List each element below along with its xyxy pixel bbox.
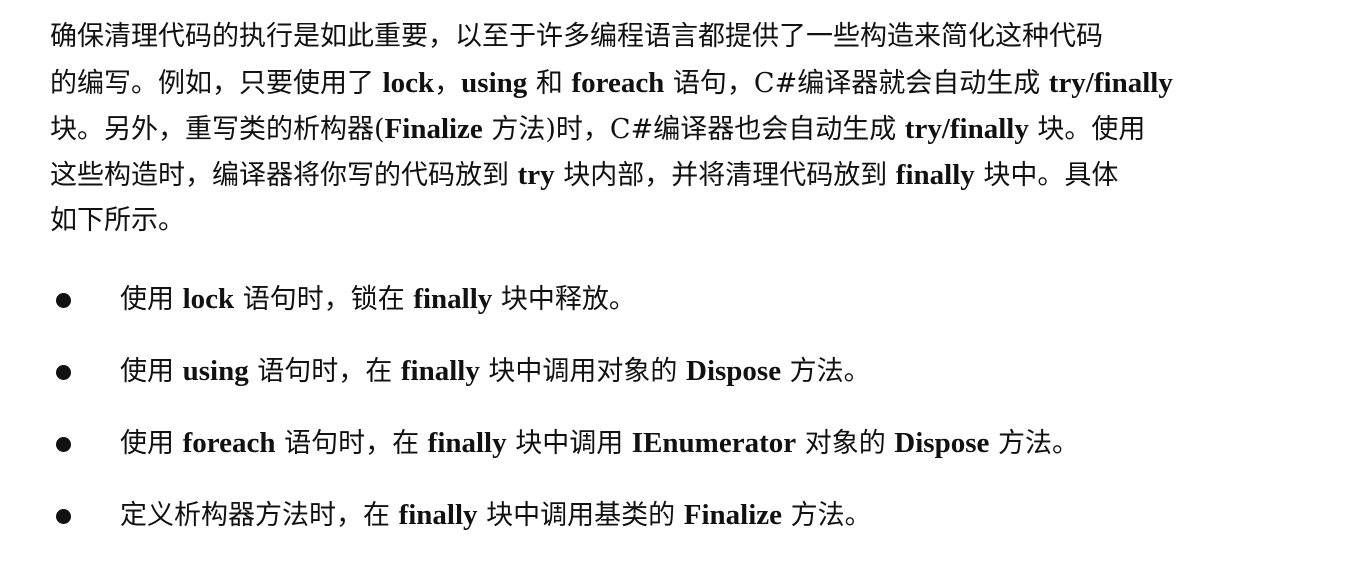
keyword-using: using [182,355,249,387]
keyword-foreach: foreach [182,427,276,459]
text-run: ， [434,68,462,99]
text-run: 和 [527,68,572,99]
text-run: 块中调用对象的 [479,356,687,387]
text-run: 块。使用 [1028,114,1146,145]
bullet-icon [56,509,71,524]
text-run: 块中调用 [506,428,632,459]
paragraph-line-2: 的编写。例如，只要使用了 lock，using 和 foreach 语句，C#编… [50,60,1340,106]
keyword-finally: finally [895,159,975,191]
paragraph-line-1: 确保清理代码的执行是如此重要，以至于许多编程语言都提供了一些构造来简化这种代码 [50,14,1340,60]
keyword-using: using [461,67,528,99]
text-run: 方法。 [781,356,871,387]
keyword-finally: finally [398,499,478,531]
text-run: 块。另外，重写类的析构器( [50,114,385,145]
text-run: 使用 [120,356,183,387]
text-run: 使用 [120,428,183,459]
keyword-try-finally: try/finally [904,113,1029,145]
bullet-icon [56,437,71,452]
paragraph-line-5: 如下所示。 [50,198,1340,244]
text-run: 确保清理代码的执行是如此重要，以至于许多编程语言都提供了一些构造来简化这种代码 [50,21,1103,52]
list-item: 定义析构器方法时，在 finally 块中调用基类的 Finalize 方法。 [50,492,1340,564]
text-run: 块内部，并将清理代码放到 [554,160,896,191]
text-run: 使用 [120,284,183,315]
text-run: 方法。 [989,428,1079,459]
bullet-icon [56,293,71,308]
text-run: 块中。具体 [974,160,1119,191]
text-run: 语句时，在 [275,428,428,459]
text-run: 语句时，锁在 [234,284,414,315]
list-item: 使用 using 语句时，在 finally 块中调用对象的 Dispose 方… [50,348,1340,420]
keyword-finally: finally [400,355,480,387]
bullet-list: 使用 lock 语句时，锁在 finally 块中释放。 使用 using 语句… [50,276,1340,564]
bullet-text: 定义析构器方法时，在 finally 块中调用基类的 Finalize 方法。 [120,492,872,539]
keyword-dispose: Dispose [894,427,990,459]
text-run: 方法)时，C#编译器也会自动生成 [482,114,905,145]
list-item: 使用 foreach 语句时，在 finally 块中调用 IEnumerato… [50,420,1340,492]
list-item: 使用 lock 语句时，锁在 finally 块中释放。 [50,276,1340,348]
text-run: 如下所示。 [50,205,185,236]
keyword-try-finally: try/finally [1048,67,1173,99]
keyword-finalize: Finalize [384,113,483,145]
text-run: 定义析构器方法时，在 [120,500,399,531]
intro-paragraph: 确保清理代码的执行是如此重要，以至于许多编程语言都提供了一些构造来简化这种代码 … [50,14,1340,244]
bullet-text: 使用 using 语句时，在 finally 块中调用对象的 Dispose 方… [120,348,871,395]
bullet-text: 使用 lock 语句时，锁在 finally 块中释放。 [120,276,636,323]
keyword-ienumerator: IEnumerator [631,427,797,459]
text-run: 语句，C#编译器就会自动生成 [664,68,1049,99]
text-run: 的编写。例如，只要使用了 [50,68,383,99]
text-run: 语句时，在 [248,356,401,387]
keyword-foreach: foreach [571,67,665,99]
keyword-finally: finally [427,427,507,459]
text-run: 块中释放。 [492,284,636,315]
document-page: 确保清理代码的执行是如此重要，以至于许多编程语言都提供了一些构造来简化这种代码 … [0,0,1354,554]
keyword-try: try [517,159,555,191]
bullet-text: 使用 foreach 语句时，在 finally 块中调用 IEnumerato… [120,420,1079,467]
paragraph-line-4: 这些构造时，编译器将你写的代码放到 try 块内部，并将清理代码放到 final… [50,152,1340,198]
keyword-finalize: Finalize [683,499,782,531]
keyword-finally: finally [413,283,493,315]
keyword-dispose: Dispose [686,355,782,387]
text-run: 这些构造时，编译器将你写的代码放到 [50,160,518,191]
bullet-icon [56,365,71,380]
text-run: 对象的 [796,428,895,459]
keyword-lock: lock [182,283,235,315]
text-run: 方法。 [782,500,872,531]
text-run: 块中调用基类的 [477,500,684,531]
keyword-lock: lock [382,67,435,99]
paragraph-line-3: 块。另外，重写类的析构器(Finalize 方法)时，C#编译器也会自动生成 t… [50,106,1340,152]
